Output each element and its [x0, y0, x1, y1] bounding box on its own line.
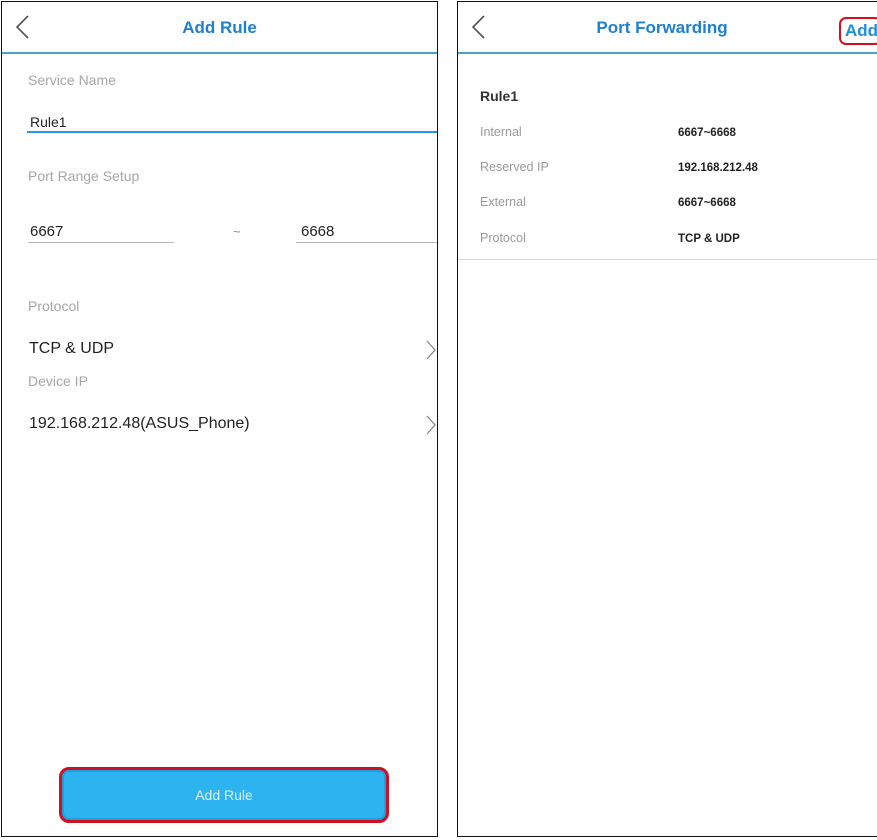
service-name-label: Service Name	[28, 72, 116, 88]
service-name-underline	[27, 131, 437, 133]
chevron-right-icon	[426, 415, 436, 435]
add-rule-button[interactable]: Add Rule	[59, 767, 389, 823]
internal-value: 6667~6668	[678, 127, 736, 139]
page-title: Port Forwarding	[596, 18, 728, 37]
port-start-input[interactable]: 6667	[30, 223, 63, 240]
protocol-label: Protocol	[28, 298, 80, 314]
device-ip-selector[interactable]: 192.168.212.48(ASUS_Phone)	[2, 407, 437, 443]
reserved-ip-value: 192.168.212.48	[678, 162, 758, 174]
port-range-label: Port Range Setup	[28, 168, 140, 184]
rule-name: Rule1	[480, 88, 519, 104]
protocol-label: Protocol	[480, 231, 526, 245]
add-button[interactable]: Add	[839, 17, 877, 45]
add-rule-screen: Add Rule Service Name Rule1 Port Range S…	[1, 1, 438, 837]
internal-label: Internal	[480, 125, 522, 139]
port-start-underline	[28, 242, 174, 243]
external-label: External	[480, 195, 526, 209]
divider	[458, 259, 877, 260]
header: Add Rule	[2, 2, 437, 54]
port-forwarding-screen: Port Forwarding Add Rule1 Internal 6667~…	[457, 1, 877, 837]
device-ip-label: Device IP	[28, 373, 88, 389]
port-range-separator: ~	[233, 224, 241, 239]
port-end-underline	[296, 242, 437, 243]
protocol-value: TCP & UDP	[29, 340, 115, 357]
protocol-selector[interactable]: TCP & UDP	[2, 332, 437, 368]
service-name-input[interactable]: Rule1	[30, 114, 67, 130]
page-title: Add Rule	[182, 18, 257, 37]
external-value: 6667~6668	[678, 197, 736, 209]
port-end-input[interactable]: 6668	[301, 223, 334, 240]
reserved-ip-label: Reserved IP	[480, 160, 549, 174]
chevron-right-icon	[426, 340, 436, 360]
header: Port Forwarding Add	[458, 2, 877, 54]
protocol-value: TCP & UDP	[678, 233, 740, 245]
device-ip-value: 192.168.212.48(ASUS_Phone)	[29, 415, 250, 432]
